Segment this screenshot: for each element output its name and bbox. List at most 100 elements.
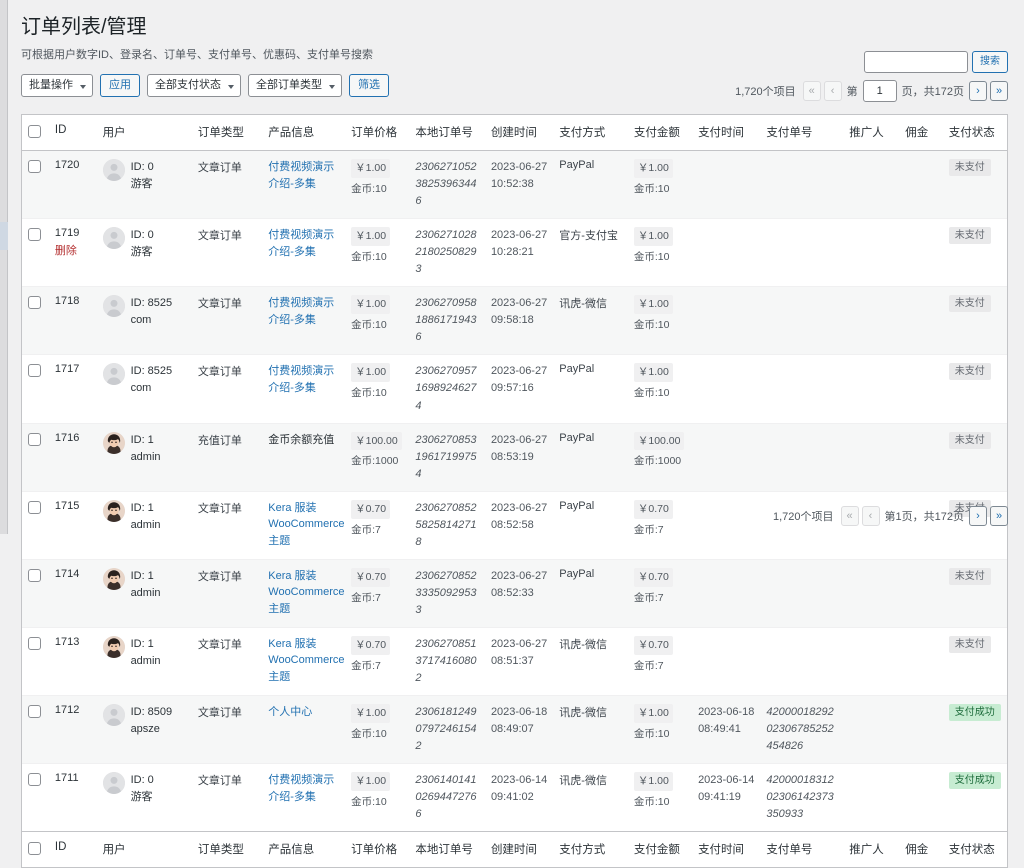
cell-pay-no [760,219,843,287]
foot-column-header-7[interactable]: 支付方式 [553,832,628,868]
product-link[interactable]: Kera 服装 WooCommerce 主题 [268,568,341,618]
cell-user: ID: 1admin [97,491,192,559]
cell-product[interactable]: 个人中心 [262,696,345,764]
search-input[interactable] [864,51,968,73]
admin-sidebar-sliver[interactable] [0,0,8,534]
row-checkbox[interactable] [28,637,41,650]
product-link[interactable]: 付费视频演示介绍-多集 [268,363,341,396]
row-select-cell [22,287,49,355]
row-checkbox[interactable] [28,705,41,718]
row-checkbox[interactable] [28,569,41,582]
row-checkbox[interactable] [28,364,41,377]
foot-column-header-13: 支付状态 [943,832,1007,868]
head-column-header-4[interactable]: 订单价格 [345,115,409,151]
status-badge: 未支付 [949,432,991,449]
create-date: 2023-06-14 [491,774,547,786]
product-link[interactable]: Kera 服装 WooCommerce 主题 [268,500,341,550]
product-link[interactable]: 付费视频演示介绍-多集 [268,772,341,805]
product-link[interactable]: 付费视频演示介绍-多集 [268,227,341,260]
status-badge: 支付成功 [949,704,1001,721]
orders-table-foot: ID用户订单类型产品信息订单价格本地订单号创建时间支付方式支付金额支付时间支付单… [22,832,1007,868]
last-page-button-bottom[interactable]: » [990,506,1008,526]
cell-product[interactable]: 付费视频演示介绍-多集 [262,151,345,219]
cell-product[interactable]: Kera 服装 WooCommerce 主题 [262,627,345,695]
pay-status-filter-select[interactable]: 全部支付状态 [147,74,241,97]
product-link[interactable]: 付费视频演示介绍-多集 [268,159,341,192]
delete-link[interactable]: 删除 [55,242,93,258]
cell-order-type: 文章订单 [192,491,262,559]
cell-product[interactable]: 付费视频演示介绍-多集 [262,287,345,355]
cell-pay-amount: ￥0.70金币:7 [628,627,692,695]
cell-pay-status: 未支付 [943,559,1007,627]
select-all-checkbox-footer[interactable] [28,842,41,855]
select-all-checkbox[interactable] [28,125,41,138]
cell-product[interactable]: 付费视频演示介绍-多集 [262,355,345,423]
cell-pay-method: PayPal [553,355,628,423]
first-page-button-bottom[interactable]: « [841,506,859,526]
row-checkbox[interactable] [28,433,41,446]
cell-product[interactable]: Kera 服装 WooCommerce 主题 [262,491,345,559]
product-link[interactable]: 付费视频演示介绍-多集 [268,295,341,328]
search-button[interactable]: 搜索 [972,51,1008,73]
foot-column-header-8[interactable]: 支付金额 [628,832,692,868]
pay-price: ￥0.70 [634,636,673,655]
product-link[interactable]: Kera 服装 WooCommerce 主题 [268,636,341,686]
prev-page-button-top[interactable]: ‹ [824,81,842,101]
cell-promoter [843,696,899,764]
head-column-header-3: 产品信息 [262,115,345,151]
table-footer-row: ID用户订单类型产品信息订单价格本地订单号创建时间支付方式支付金额支付时间支付单… [22,832,1007,868]
cell-order-price: ￥1.00金币:10 [345,696,409,764]
row-checkbox[interactable] [28,228,41,241]
cell-pay-no [760,355,843,423]
next-page-button-top[interactable]: › [969,81,987,101]
head-column-header-9[interactable]: 支付时间 [692,115,760,151]
cell-product[interactable]: 付费视频演示介绍-多集 [262,219,345,287]
bulk-action-select[interactable]: 批量操作 [21,74,93,97]
cell-user: ID: 1admin [97,627,192,695]
row-checkbox[interactable] [28,160,41,173]
pagination-top: 1,720个项目 « ‹ 第 1 页，共172页 › » [735,80,1008,102]
cell-pay-status: 支付成功 [943,696,1007,764]
first-page-button-top[interactable]: « [803,81,821,101]
order-coin: 金币:7 [351,522,405,539]
pay-coin: 金币:10 [634,726,688,743]
order-coin: 金币:7 [351,590,405,607]
cell-create-time: 2023-06-2709:57:16 [485,355,553,423]
foot-column-header-1[interactable]: 用户 [97,832,192,868]
current-page-input[interactable]: 1 [863,80,897,102]
head-column-header-1[interactable]: 用户 [97,115,192,151]
head-column-header-8[interactable]: 支付金额 [628,115,692,151]
head-column-header-0[interactable]: ID [49,115,97,151]
row-checkbox[interactable] [28,501,41,514]
cell-commission [899,151,943,219]
product-link[interactable]: 个人中心 [268,704,341,721]
items-count-top: 1,720个项目 [735,83,796,99]
foot-column-header-10: 支付单号 [760,832,843,868]
prev-page-button-bottom[interactable]: ‹ [862,506,880,526]
create-date: 2023-06-27 [491,365,547,377]
cell-order-type: 文章订单 [192,627,262,695]
row-checkbox[interactable] [28,296,41,309]
pay-coin: 金币:10 [634,181,688,198]
row-checkbox[interactable] [28,773,41,786]
last-page-button-top[interactable]: » [990,81,1008,101]
table-header-row: ID用户订单类型产品信息订单价格本地订单号创建时间支付方式支付金额支付时间支付单… [22,115,1007,151]
cell-product[interactable]: 付费视频演示介绍-多集 [262,764,345,832]
cell-pay-amount: ￥1.00金币:10 [628,355,692,423]
foot-column-header-4[interactable]: 订单价格 [345,832,409,868]
foot-column-header-9[interactable]: 支付时间 [692,832,760,868]
cell-pay-amount: ￥1.00金币:10 [628,696,692,764]
cell-pay-time [692,355,760,423]
apply-button[interactable]: 应用 [100,74,140,97]
foot-column-header-0[interactable]: ID [49,832,97,868]
head-column-header-7[interactable]: 支付方式 [553,115,628,151]
cell-commission [899,764,943,832]
cell-pay-status: 未支付 [943,627,1007,695]
next-page-button-bottom[interactable]: › [969,506,987,526]
order-price: ￥1.00 [351,704,390,723]
cell-product[interactable]: Kera 服装 WooCommerce 主题 [262,559,345,627]
pay-coin: 金币:7 [634,522,688,539]
filter-button[interactable]: 筛选 [349,74,389,97]
order-type-filter-select[interactable]: 全部订单类型 [248,74,342,97]
cell-user: ID: 0游客 [97,219,192,287]
